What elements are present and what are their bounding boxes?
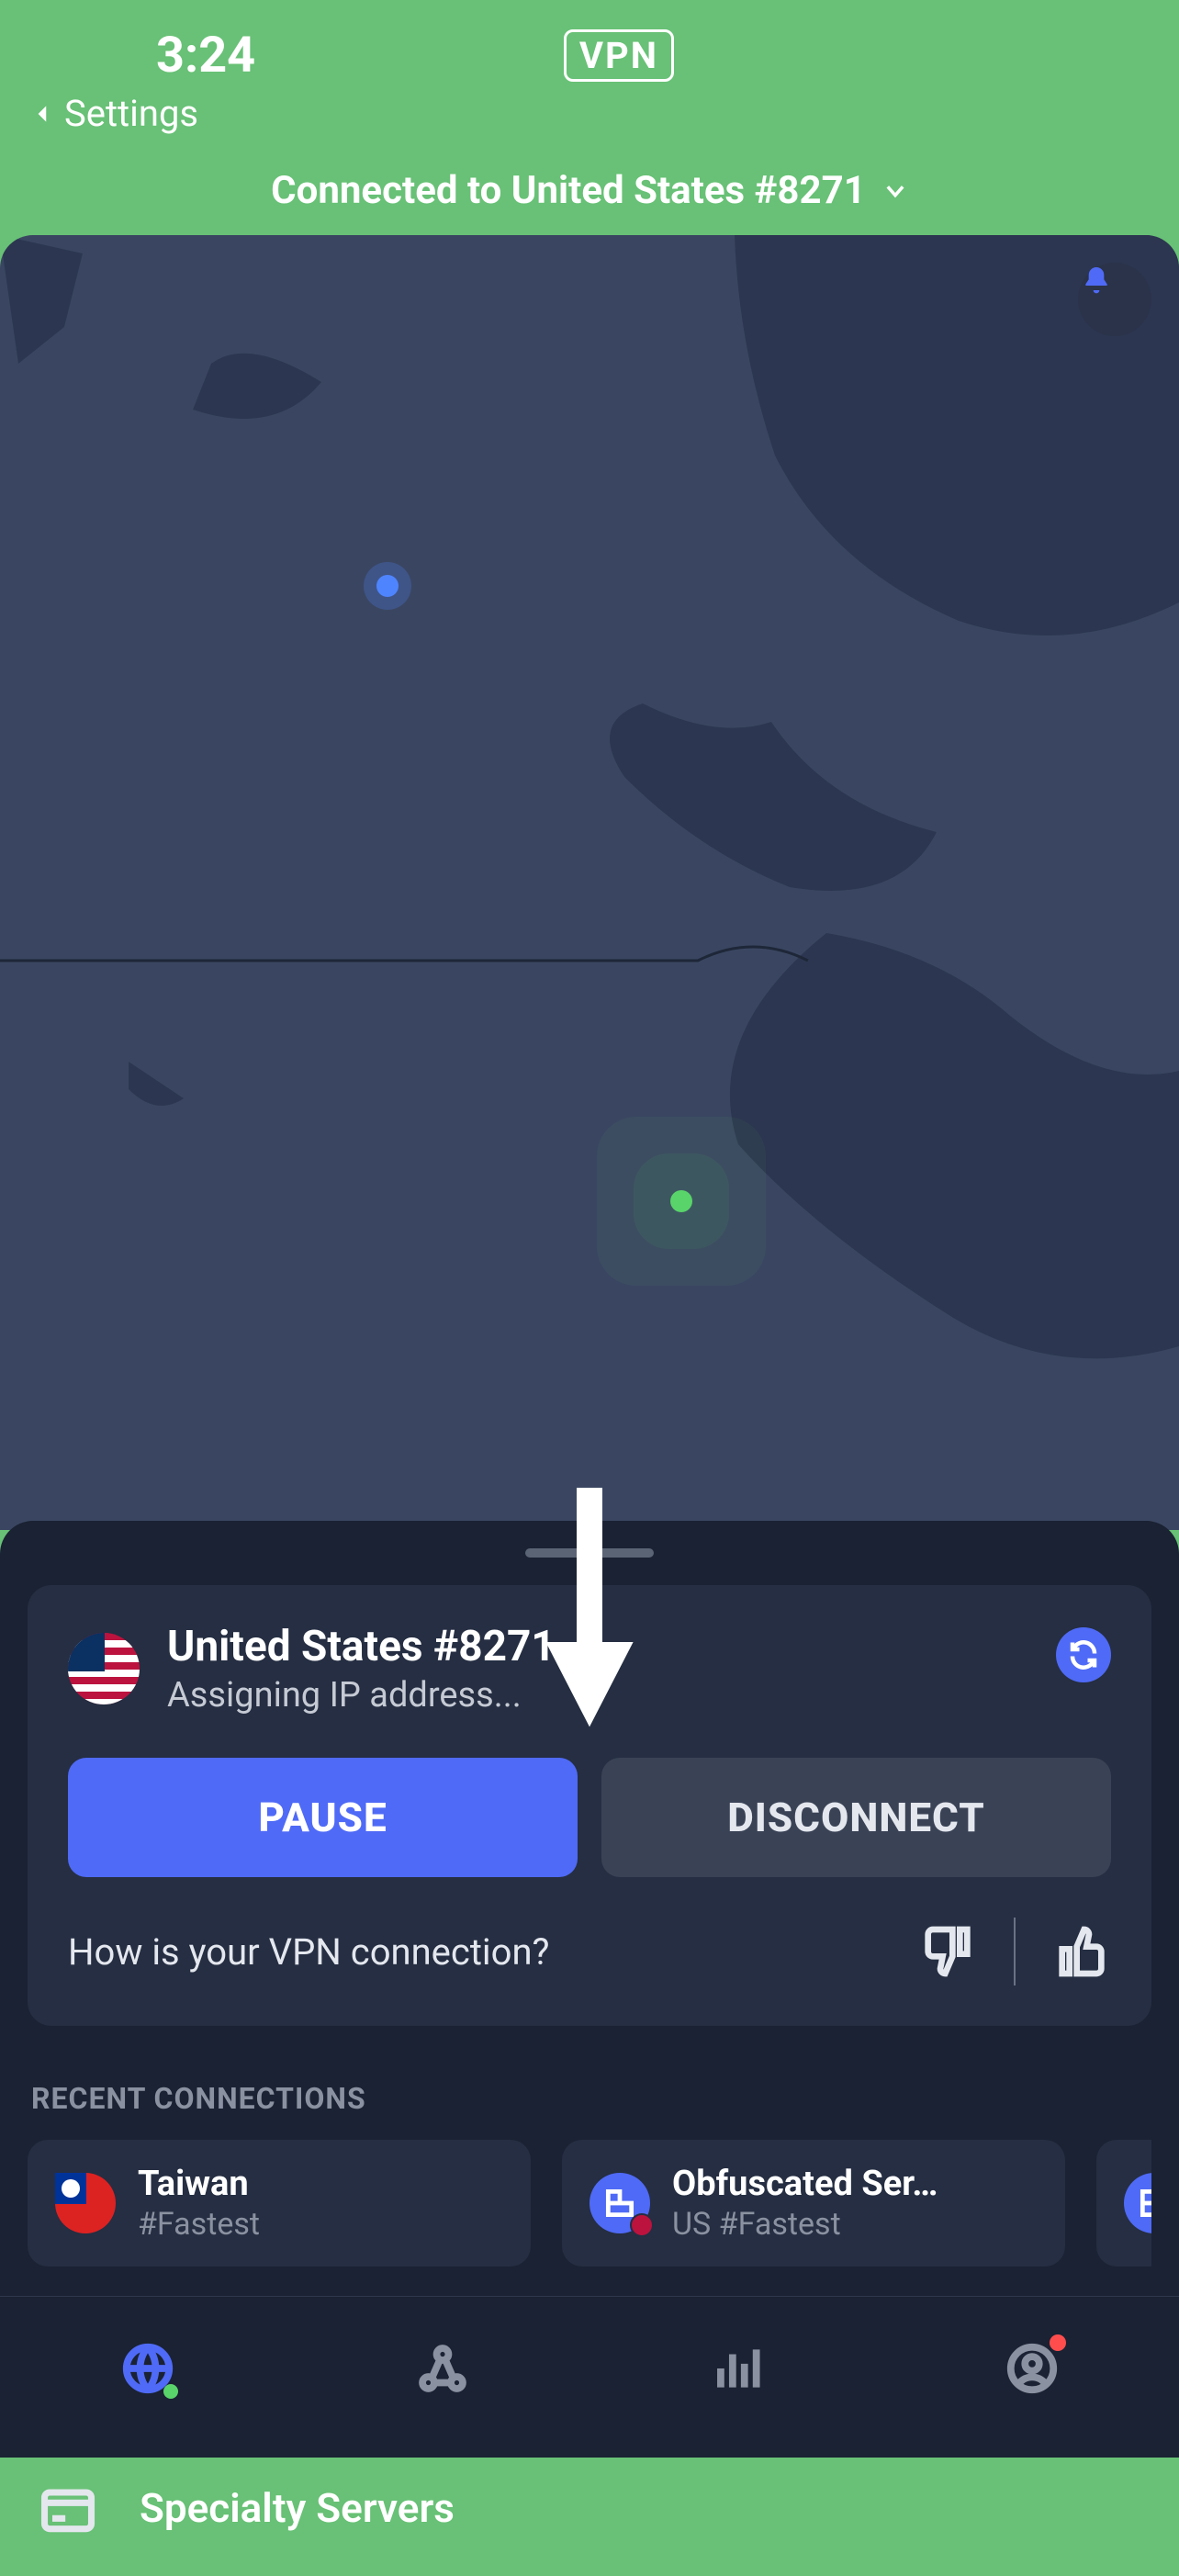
recent-item-name: Taiwan [138,2164,260,2204]
connection-status: Assigning IP address... [167,1675,556,1715]
flag-us-icon [68,1633,140,1704]
recent-item-taiwan[interactable]: Taiwan #Fastest [28,2140,531,2267]
refresh-button[interactable] [1056,1627,1111,1682]
connection-header[interactable]: Connected to United States #8271 [0,135,1179,237]
map-land [0,235,1179,1530]
recent-connections-list[interactable]: Taiwan #Fastest Obfuscated Ser… US #Fast… [28,2140,1151,2267]
status-time: 3:24 [156,27,255,84]
flag-us-mini-icon [630,2213,654,2237]
refresh-icon [1067,1638,1100,1671]
tab-profile[interactable] [1000,2336,1064,2401]
tab-mesh[interactable] [410,2336,475,2401]
tutorial-arrow-icon [525,1488,654,1749]
tab-stats[interactable] [705,2336,769,2401]
thumbs-up-icon[interactable] [1052,1922,1111,1981]
active-dot-icon [163,2384,178,2399]
separator [1014,1918,1016,1985]
bell-icon [1078,263,1115,299]
map-location-dot [376,575,399,597]
back-to-settings[interactable]: Settings [0,92,1179,135]
chevron-left-icon [31,102,55,126]
connection-header-text: Connected to United States #8271 [271,168,866,213]
recent-item-name: Obfuscated Ser… [672,2164,938,2204]
thumbs-down-icon[interactable] [918,1922,977,1981]
disconnect-button[interactable]: DISCONNECT [601,1758,1111,1877]
mesh-icon [414,2340,471,2397]
recent-item-sub: #Fastest [138,2206,260,2243]
back-label: Settings [64,92,198,135]
flag-taiwan-icon [55,2173,116,2233]
specialty-servers-menu-item[interactable]: Specialty Servers [28,2440,1151,2576]
obfuscated-icon [590,2173,650,2233]
pause-button[interactable]: PAUSE [68,1758,578,1877]
status-bar: 3:24 VPN [0,0,1179,92]
specialty-label: Specialty Servers [140,2484,455,2532]
recent-item-obfuscated-2[interactable]: Obfusca #Fastest [1096,2140,1151,2267]
status-vpn-badge: VPN [564,29,674,82]
obfuscated-icon [1124,2173,1151,2233]
map[interactable] [0,235,1179,1530]
tab-bar [0,2296,1179,2458]
map-server-dot [670,1190,692,1212]
chevron-down-icon [882,178,908,204]
recent-item-sub: US #Fastest [672,2206,938,2243]
recent-item-obfuscated[interactable]: Obfuscated Ser… US #Fastest [562,2140,1065,2267]
folder-icon [37,2477,99,2539]
notification-dot-icon [1050,2334,1066,2351]
notifications-button[interactable] [1078,263,1151,336]
recent-connections-heading: RECENT CONNECTIONS [31,2081,1151,2116]
bars-icon [709,2340,766,2397]
tab-home[interactable] [116,2336,180,2401]
server-name: United States #8271 [167,1622,556,1671]
feedback-question: How is your VPN connection? [68,1930,549,1974]
